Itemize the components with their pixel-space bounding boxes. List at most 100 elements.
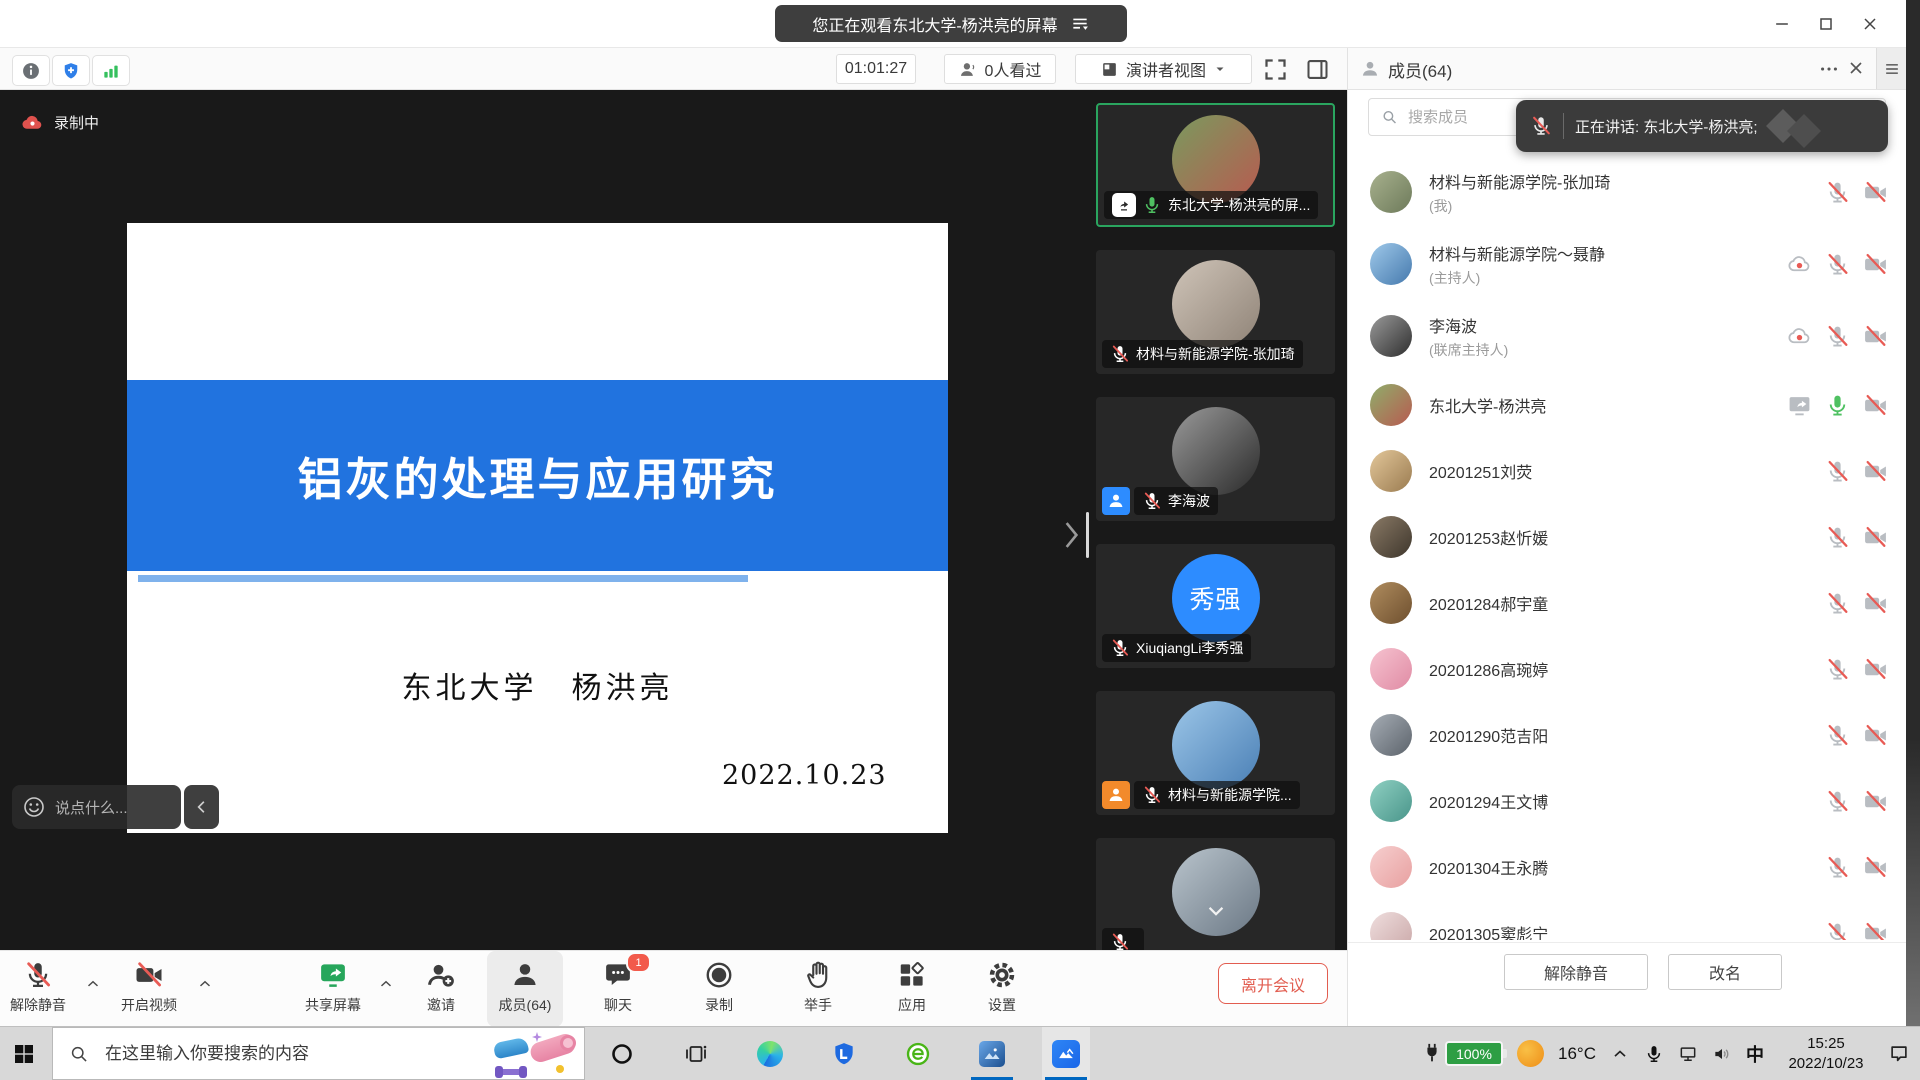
meeting-app-icon[interactable] xyxy=(1042,1027,1090,1080)
quick-chat-input[interactable]: 说点什么... xyxy=(12,785,181,829)
mic-off-icon xyxy=(1825,591,1850,616)
meeting-info-button[interactable] xyxy=(12,55,50,86)
toolbar-record-button[interactable]: 录制 xyxy=(681,951,757,1027)
toolbar-share-screen-button[interactable]: 共享屏幕 xyxy=(295,951,371,1027)
view-mode-label: 演讲者视图 xyxy=(1126,57,1206,81)
video-thumbnail[interactable]: 材料与新能源学院-张加琦 xyxy=(1096,250,1335,374)
toolbar-invite-button[interactable]: 邀请 xyxy=(403,951,479,1027)
mic-off-icon xyxy=(1825,324,1850,349)
member-name: 20201286高琬婷 xyxy=(1429,657,1548,681)
edge-browser-icon[interactable] xyxy=(746,1027,794,1080)
toolbar-caret-button[interactable] xyxy=(196,975,214,993)
weather-icon[interactable] xyxy=(1517,1040,1544,1067)
network-quality-button[interactable] xyxy=(92,55,130,86)
minimize-button[interactable] xyxy=(1760,0,1804,48)
member-row[interactable]: 东北大学-杨洪亮 xyxy=(1348,372,1906,438)
viewers-counter[interactable]: 0人看过 xyxy=(944,54,1056,84)
panel-menu-button[interactable] xyxy=(1876,48,1907,89)
toolbar-caret-button[interactable] xyxy=(377,975,395,993)
taskbar-search-box[interactable] xyxy=(52,1027,585,1080)
chat-collapse-button[interactable] xyxy=(184,785,219,829)
photos-app-icon[interactable] xyxy=(968,1027,1016,1080)
toolbar-settings-button[interactable]: 设置 xyxy=(964,951,1040,1027)
member-row[interactable]: 20201286高琬婷 xyxy=(1348,636,1906,702)
video-thumbnail[interactable]: 李海波 xyxy=(1096,397,1335,521)
member-row[interactable]: 20201251刘荧 xyxy=(1348,438,1906,504)
browser-360-icon[interactable] xyxy=(894,1027,942,1080)
mic-off-icon xyxy=(1110,344,1130,364)
leave-meeting-button[interactable]: 离开会议 xyxy=(1218,963,1328,1004)
panel-unmute-button[interactable]: 解除静音 xyxy=(1504,954,1648,990)
thumbnail-column: 东北大学-杨洪亮的屏... 材料与新能源学院-张加琦李海波秀强XiuqiangLi… xyxy=(1096,103,1335,950)
task-view-button[interactable] xyxy=(672,1027,720,1080)
panel-more-button[interactable] xyxy=(1818,58,1840,80)
toolbar-mic-off-dark-button[interactable]: 解除静音 xyxy=(0,951,76,1027)
fullscreen-button[interactable] xyxy=(1262,56,1289,83)
cam-off-icon xyxy=(1863,252,1888,277)
screen-icon xyxy=(1787,393,1812,418)
mic-off-icon xyxy=(1825,789,1850,814)
maximize-button[interactable] xyxy=(1804,0,1848,48)
volume-icon[interactable] xyxy=(1712,1044,1732,1064)
member-row[interactable]: 20201290范吉阳 xyxy=(1348,702,1906,768)
member-row[interactable]: 20201284郝宇童 xyxy=(1348,570,1906,636)
tray-microphone-icon[interactable] xyxy=(1644,1044,1664,1064)
toolbar-caret-button[interactable] xyxy=(84,975,102,993)
security-button[interactable] xyxy=(52,55,90,86)
panel-close-button[interactable] xyxy=(1846,58,1866,78)
member-name: 东北大学-杨洪亮 xyxy=(1429,393,1546,417)
toolbar-hand-button[interactable]: 举手 xyxy=(780,951,856,1027)
network-icon[interactable] xyxy=(1678,1044,1698,1064)
member-row[interactable]: 20201253赵忻媛 xyxy=(1348,504,1906,570)
toolbar-chat-button[interactable]: 聊天1 xyxy=(580,951,656,1027)
cam-off-icon xyxy=(1863,855,1888,880)
search-highlight-icon[interactable] xyxy=(492,1032,578,1077)
side-panel-toggle-button[interactable] xyxy=(1304,56,1331,83)
layout-view-icon xyxy=(1100,60,1119,79)
members-person-icon xyxy=(1360,59,1380,79)
cortana-button[interactable] xyxy=(598,1027,646,1080)
taskbar-search-input[interactable] xyxy=(103,1043,437,1065)
member-row[interactable]: 李海波(联席主持人) xyxy=(1348,300,1906,372)
apps-icon xyxy=(897,960,927,990)
panel-rename-button[interactable]: 改名 xyxy=(1668,954,1782,990)
ime-indicator[interactable]: 中 xyxy=(1746,1041,1764,1067)
thumbnail-name-bar: XiuqiangLi李秀强 xyxy=(1102,634,1251,662)
more-thumbnails-button[interactable] xyxy=(1199,900,1233,922)
member-row[interactable]: 20201305窦彪宁 xyxy=(1348,900,1906,940)
cortana-circle-icon xyxy=(610,1042,634,1066)
member-row[interactable]: 20201294王文博 xyxy=(1348,768,1906,834)
video-thumbnail[interactable]: 东北大学-杨洪亮的屏... xyxy=(1096,103,1335,227)
close-button[interactable] xyxy=(1848,0,1892,48)
security-shield-app-icon[interactable] xyxy=(820,1027,868,1080)
video-thumbnail[interactable] xyxy=(1096,838,1335,950)
mic-off-icon xyxy=(1825,921,1850,941)
toolbar-cam-off-dark-button[interactable]: 开启视频 xyxy=(111,951,187,1027)
avatar xyxy=(1172,848,1260,936)
temperature-label[interactable]: 16°C xyxy=(1558,1044,1596,1064)
layout-menu-icon[interactable] xyxy=(1070,14,1090,34)
avatar xyxy=(1370,171,1412,213)
view-mode-dropdown[interactable]: 演讲者视图 xyxy=(1075,54,1252,84)
collapse-thumbnails-button[interactable] xyxy=(1058,515,1084,555)
member-row[interactable]: 材料与新能源学院～聂静(主持人) xyxy=(1348,228,1906,300)
taskbar-clock[interactable]: 15:25 2022/10/23 xyxy=(1778,1034,1874,1073)
chevron-down-icon xyxy=(1213,62,1227,76)
video-thumbnail[interactable]: 材料与新能源学院... xyxy=(1096,691,1335,815)
start-button[interactable] xyxy=(0,1027,48,1080)
toolbar-members-button[interactable]: 成员(64) xyxy=(487,951,563,1027)
member-row[interactable]: 20201304王永腾 xyxy=(1348,834,1906,900)
tray-chevron-up-icon[interactable] xyxy=(1610,1044,1630,1064)
notification-center-icon[interactable] xyxy=(1888,1043,1910,1065)
video-thumbnail[interactable]: 秀强XiuqiangLi李秀强 xyxy=(1096,544,1335,668)
toolbar-apps-button[interactable]: 应用 xyxy=(874,951,950,1027)
member-row[interactable]: 材料与新能源学院-张加琦(我) xyxy=(1348,156,1906,228)
member-status-icons xyxy=(1825,723,1888,748)
search-icon xyxy=(69,1044,89,1064)
emoji-icon[interactable] xyxy=(22,795,46,819)
battery-status[interactable]: 100% xyxy=(1421,1041,1503,1067)
cam-off-icon xyxy=(1863,459,1888,484)
panel-drag-handle[interactable] xyxy=(1086,512,1089,558)
windows-logo-icon xyxy=(12,1042,36,1066)
meeting-toolbar: 离开会议 解除静音开启视频 共享屏幕邀请成员(64)聊天1 录制举手应用设置 xyxy=(0,950,1348,1026)
